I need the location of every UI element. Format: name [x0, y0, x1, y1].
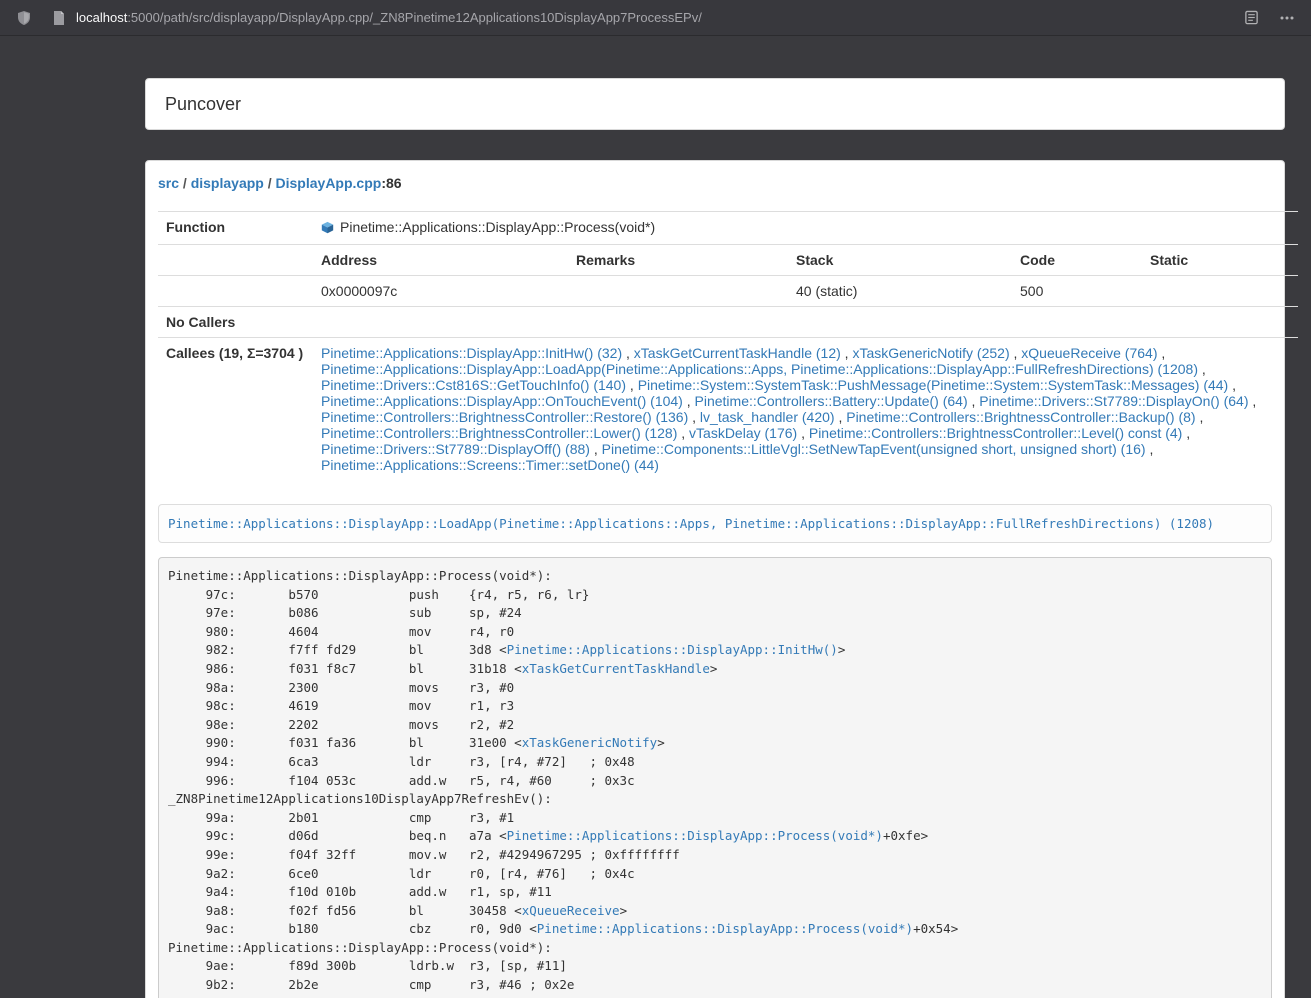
disassembly-symbol-link[interactable]: xTaskGenericNotify — [522, 735, 657, 750]
disassembly-symbol-link[interactable]: xTaskGetCurrentTaskHandle — [522, 661, 710, 676]
symbol-values-row: 0x0000097c 40 (static) 500 — [158, 276, 1298, 307]
breadcrumb-link[interactable]: displayapp — [191, 175, 264, 191]
callee-link[interactable]: Pinetime::Applications::DisplayApp::OnTo… — [321, 393, 683, 409]
callee-link[interactable]: Pinetime::Components::LittleVgl::SetNewT… — [602, 441, 1146, 457]
app-header-panel: Puncover — [145, 78, 1285, 130]
callee-link[interactable]: vTaskDelay (176) — [689, 425, 797, 441]
reader-mode-icon[interactable] — [1237, 4, 1265, 32]
callee-link[interactable]: xTaskGenericNotify (252) — [852, 345, 1009, 361]
function-row: Function Pinetime::Applications::Display… — [158, 212, 1298, 245]
no-callers-label: No Callers — [158, 307, 313, 338]
reader-icon-glyph — [1244, 10, 1259, 25]
empty-cell — [158, 245, 313, 276]
code-value: 500 — [1012, 276, 1142, 307]
callee-link[interactable]: Pinetime::Drivers::St7789::DisplayOn() (… — [979, 393, 1248, 409]
callee-link[interactable]: xQueueReceive (764) — [1021, 345, 1157, 361]
callee-link[interactable]: Pinetime::Controllers::BrightnessControl… — [846, 409, 1195, 425]
page-icon-glyph — [53, 11, 65, 25]
col-header-stack: Stack — [788, 245, 1012, 276]
callee-link[interactable]: Pinetime::Controllers::Battery::Update()… — [695, 393, 968, 409]
function-icon — [321, 221, 334, 237]
url-host: localhost — [76, 10, 127, 25]
breadcrumb-separator: / — [264, 175, 276, 191]
callee-link[interactable]: Pinetime::Controllers::BrightnessControl… — [321, 409, 688, 425]
col-header-remarks: Remarks — [568, 245, 788, 276]
breadcrumb-separator: / — [179, 175, 191, 191]
top-callee-link[interactable]: Pinetime::Applications::DisplayApp::Load… — [168, 516, 1214, 531]
url-path: :5000/path/src/displayapp/DisplayApp.cpp… — [127, 10, 702, 25]
breadcrumb-link[interactable]: src — [158, 175, 179, 191]
disassembly-symbol-link[interactable]: xQueueReceive — [522, 903, 620, 918]
callees-label: Callees (19, Σ=3704 ) — [158, 338, 313, 481]
col-header-static: Static — [1142, 245, 1298, 276]
browser-toolbar: localhost:5000/path/src/displayapp/Displ… — [0, 0, 1311, 36]
callee-link[interactable]: Pinetime::Applications::DisplayApp::Load… — [321, 361, 1198, 377]
page: Puncover src / displayapp / DisplayApp.c… — [0, 36, 1311, 998]
callee-link[interactable]: lv_task_handler (420) — [700, 409, 835, 425]
function-name: Pinetime::Applications::DisplayApp::Proc… — [340, 219, 655, 235]
shield-icon-glyph — [16, 10, 32, 26]
callees-list: Pinetime::Applications::DisplayApp::Init… — [313, 338, 1298, 481]
page-info-icon[interactable] — [50, 9, 68, 27]
empty-cell — [313, 307, 1298, 338]
function-label: Function — [158, 212, 313, 245]
callee-link[interactable]: Pinetime::Drivers::Cst816S::GetTouchInfo… — [321, 377, 626, 393]
function-icon-glyph — [321, 221, 334, 234]
breadcrumb: src / displayapp / DisplayApp.cpp:86 — [158, 173, 1272, 193]
disassembly-symbol-link[interactable]: Pinetime::Applications::DisplayApp::Proc… — [537, 921, 913, 936]
empty-cell — [158, 276, 313, 307]
disassembly-symbol-link[interactable]: Pinetime::Applications::DisplayApp::Init… — [507, 642, 838, 657]
disassembly-symbol-link[interactable]: Pinetime::Applications::DisplayApp::Proc… — [507, 828, 883, 843]
callee-link[interactable]: Pinetime::Controllers::BrightnessControl… — [809, 425, 1182, 441]
url-text: localhost:5000/path/src/displayapp/Displ… — [76, 10, 702, 25]
callee-link[interactable]: Pinetime::Drivers::St7789::DisplayOff() … — [321, 441, 590, 457]
top-callee-well: Pinetime::Applications::DisplayApp::Load… — [158, 504, 1272, 543]
col-header-code: Code — [1012, 245, 1142, 276]
page-actions-menu-icon[interactable] — [1273, 4, 1301, 32]
callee-link[interactable]: xTaskGetCurrentTaskHandle (12) — [634, 345, 841, 361]
callee-link[interactable]: Pinetime::Applications::DisplayApp::Init… — [321, 345, 622, 361]
address-value: 0x0000097c — [313, 276, 568, 307]
static-value — [1142, 276, 1298, 307]
disassembly-block: Pinetime::Applications::DisplayApp::Proc… — [158, 557, 1272, 998]
breadcrumb-link[interactable]: DisplayApp.cpp — [276, 175, 382, 191]
col-header-address: Address — [313, 245, 568, 276]
url-bar[interactable]: localhost:5000/path/src/displayapp/Displ… — [44, 4, 1231, 32]
content-panel: src / displayapp / DisplayApp.cpp:86 Fun… — [145, 160, 1285, 998]
meatball-menu-glyph — [1279, 10, 1295, 26]
shield-icon[interactable] — [10, 4, 38, 32]
callees-row: Callees (19, Σ=3704 ) Pinetime::Applicat… — [158, 338, 1298, 481]
remarks-value — [568, 276, 788, 307]
callee-link[interactable]: Pinetime::Applications::Screens::Timer::… — [321, 457, 659, 473]
no-callers-row: No Callers — [158, 307, 1298, 338]
columns-header-row: Address Remarks Stack Code Static — [158, 245, 1298, 276]
callee-link[interactable]: Pinetime::System::SystemTask::PushMessag… — [638, 377, 1229, 393]
main-container: Puncover src / displayapp / DisplayApp.c… — [145, 78, 1285, 998]
callee-link[interactable]: Pinetime::Controllers::BrightnessControl… — [321, 425, 677, 441]
breadcrumb-line-number: :86 — [381, 175, 401, 191]
stack-value: 40 (static) — [788, 276, 1012, 307]
symbol-table: Function Pinetime::Applications::Display… — [158, 211, 1298, 480]
app-title: Puncover — [165, 94, 241, 115]
